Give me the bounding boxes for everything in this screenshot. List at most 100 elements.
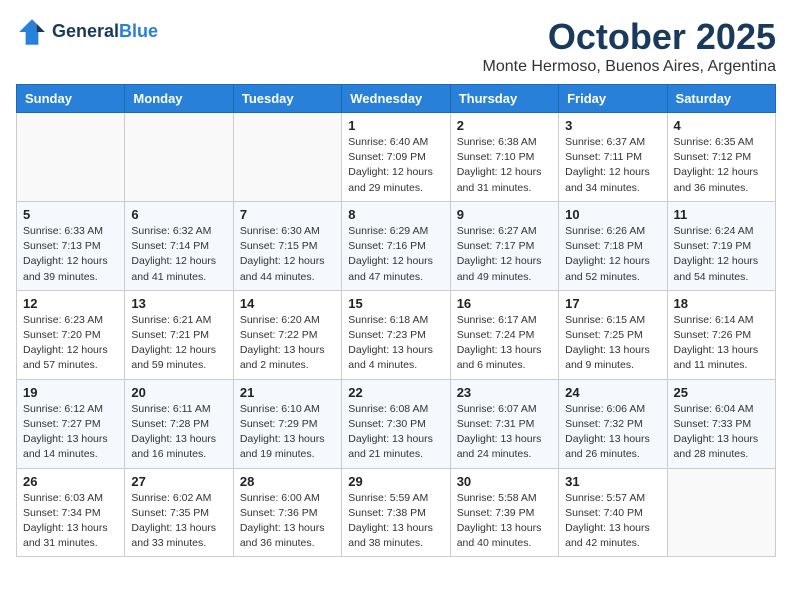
day-info: Sunrise: 6:10 AM Sunset: 7:29 PM Dayligh… bbox=[240, 402, 335, 463]
calendar-cell: 2Sunrise: 6:38 AM Sunset: 7:10 PM Daylig… bbox=[450, 113, 558, 202]
logo-icon bbox=[16, 16, 48, 48]
calendar-cell: 6 Sunrise: 6:32 AM Sunset: 7:14 PM Daylig… bbox=[125, 201, 233, 290]
day-info: Sunrise: 6:17 AM Sunset: 7:24 PM Dayligh… bbox=[457, 313, 552, 374]
calendar-cell: 30 Sunrise: 5:58 AM Sunset: 7:39 PM Dayli… bbox=[450, 468, 558, 557]
calendar-week-row: 26 Sunrise: 6:03 AM Sunset: 7:34 PM Dayli… bbox=[17, 468, 776, 557]
day-number: 3 bbox=[565, 118, 660, 133]
day-info: Sunrise: 5:59 AM Sunset: 7:38 PM Dayligh… bbox=[348, 491, 443, 552]
calendar-cell: 3 Sunrise: 6:37 AM Sunset: 7:11 PM Daylig… bbox=[559, 113, 667, 202]
calendar-cell bbox=[667, 468, 775, 557]
calendar-cell: 11 Sunrise: 6:24 AM Sunset: 7:19 PM Dayli… bbox=[667, 201, 775, 290]
calendar-cell: 5 Sunrise: 6:33 AM Sunset: 7:13 PM Daylig… bbox=[17, 201, 125, 290]
calendar-week-row: 19 Sunrise: 6:12 AM Sunset: 7:27 PM Dayli… bbox=[17, 379, 776, 468]
calendar-cell: 14 Sunrise: 6:20 AM Sunset: 7:22 PM Dayli… bbox=[233, 290, 341, 379]
day-info: Sunrise: 6:12 AM Sunset: 7:27 PM Dayligh… bbox=[23, 402, 118, 463]
calendar-cell: 31Sunrise: 5:57 AM Sunset: 7:40 PM Dayli… bbox=[559, 468, 667, 557]
calendar-cell bbox=[233, 113, 341, 202]
calendar-cell: 10Sunrise: 6:26 AM Sunset: 7:18 PM Dayli… bbox=[559, 201, 667, 290]
day-number: 1 bbox=[348, 118, 443, 133]
day-info: Sunrise: 6:03 AM Sunset: 7:34 PM Dayligh… bbox=[23, 491, 118, 552]
day-number: 25 bbox=[674, 385, 769, 400]
day-number: 8 bbox=[348, 207, 443, 222]
day-number: 4 bbox=[674, 118, 769, 133]
day-number: 12 bbox=[23, 296, 118, 311]
day-number: 6 bbox=[131, 207, 226, 222]
day-info: Sunrise: 5:58 AM Sunset: 7:39 PM Dayligh… bbox=[457, 491, 552, 552]
calendar-cell: 23 Sunrise: 6:07 AM Sunset: 7:31 PM Dayli… bbox=[450, 379, 558, 468]
day-number: 19 bbox=[23, 385, 118, 400]
day-info: Sunrise: 6:35 AM Sunset: 7:12 PM Dayligh… bbox=[674, 135, 769, 196]
day-number: 9 bbox=[457, 207, 552, 222]
calendar-cell: 15 Sunrise: 6:18 AM Sunset: 7:23 PM Dayli… bbox=[342, 290, 450, 379]
day-number: 22 bbox=[348, 385, 443, 400]
day-number: 7 bbox=[240, 207, 335, 222]
day-number: 26 bbox=[23, 474, 118, 489]
day-info: Sunrise: 6:18 AM Sunset: 7:23 PM Dayligh… bbox=[348, 313, 443, 374]
day-info: Sunrise: 6:27 AM Sunset: 7:17 PM Dayligh… bbox=[457, 224, 552, 285]
weekday-header-saturday: Saturday bbox=[667, 85, 775, 113]
weekday-header-thursday: Thursday bbox=[450, 85, 558, 113]
day-number: 16 bbox=[457, 296, 552, 311]
calendar-cell: 1Sunrise: 6:40 AM Sunset: 7:09 PM Daylig… bbox=[342, 113, 450, 202]
calendar-cell: 27 Sunrise: 6:02 AM Sunset: 7:35 PM Dayli… bbox=[125, 468, 233, 557]
title-block: October 2025 Monte Hermoso, Buenos Aires… bbox=[483, 16, 777, 76]
calendar-cell bbox=[17, 113, 125, 202]
day-number: 27 bbox=[131, 474, 226, 489]
calendar-cell: 28Sunrise: 6:00 AM Sunset: 7:36 PM Dayli… bbox=[233, 468, 341, 557]
calendar-cell: 24 Sunrise: 6:06 AM Sunset: 7:32 PM Dayli… bbox=[559, 379, 667, 468]
day-info: Sunrise: 6:14 AM Sunset: 7:26 PM Dayligh… bbox=[674, 313, 769, 374]
day-info: Sunrise: 6:32 AM Sunset: 7:14 PM Dayligh… bbox=[131, 224, 226, 285]
day-number: 24 bbox=[565, 385, 660, 400]
calendar-cell: 9 Sunrise: 6:27 AM Sunset: 7:17 PM Daylig… bbox=[450, 201, 558, 290]
day-info: Sunrise: 6:26 AM Sunset: 7:18 PM Dayligh… bbox=[565, 224, 660, 285]
calendar-cell: 20Sunrise: 6:11 AM Sunset: 7:28 PM Dayli… bbox=[125, 379, 233, 468]
month-title: October 2025 bbox=[483, 16, 777, 58]
day-number: 30 bbox=[457, 474, 552, 489]
calendar-cell: 29Sunrise: 5:59 AM Sunset: 7:38 PM Dayli… bbox=[342, 468, 450, 557]
calendar-cell: 25 Sunrise: 6:04 AM Sunset: 7:33 PM Dayli… bbox=[667, 379, 775, 468]
day-number: 13 bbox=[131, 296, 226, 311]
day-info: Sunrise: 6:02 AM Sunset: 7:35 PM Dayligh… bbox=[131, 491, 226, 552]
day-number: 11 bbox=[674, 207, 769, 222]
calendar-cell: 12Sunrise: 6:23 AM Sunset: 7:20 PM Dayli… bbox=[17, 290, 125, 379]
day-number: 17 bbox=[565, 296, 660, 311]
calendar-cell: 19 Sunrise: 6:12 AM Sunset: 7:27 PM Dayli… bbox=[17, 379, 125, 468]
day-number: 14 bbox=[240, 296, 335, 311]
day-number: 28 bbox=[240, 474, 335, 489]
calendar-cell: 18 Sunrise: 6:14 AM Sunset: 7:26 PM Dayli… bbox=[667, 290, 775, 379]
weekday-header-row: SundayMondayTuesdayWednesdayThursdayFrid… bbox=[17, 85, 776, 113]
day-info: Sunrise: 6:33 AM Sunset: 7:13 PM Dayligh… bbox=[23, 224, 118, 285]
day-number: 18 bbox=[674, 296, 769, 311]
calendar-cell: 8 Sunrise: 6:29 AM Sunset: 7:16 PM Daylig… bbox=[342, 201, 450, 290]
weekday-header-tuesday: Tuesday bbox=[233, 85, 341, 113]
day-info: Sunrise: 5:57 AM Sunset: 7:40 PM Dayligh… bbox=[565, 491, 660, 552]
day-info: Sunrise: 6:20 AM Sunset: 7:22 PM Dayligh… bbox=[240, 313, 335, 374]
day-info: Sunrise: 6:24 AM Sunset: 7:19 PM Dayligh… bbox=[674, 224, 769, 285]
calendar-table: SundayMondayTuesdayWednesdayThursdayFrid… bbox=[16, 84, 776, 557]
day-info: Sunrise: 6:38 AM Sunset: 7:10 PM Dayligh… bbox=[457, 135, 552, 196]
day-info: Sunrise: 6:06 AM Sunset: 7:32 PM Dayligh… bbox=[565, 402, 660, 463]
day-info: Sunrise: 6:29 AM Sunset: 7:16 PM Dayligh… bbox=[348, 224, 443, 285]
day-number: 21 bbox=[240, 385, 335, 400]
calendar-cell bbox=[125, 113, 233, 202]
day-info: Sunrise: 6:37 AM Sunset: 7:11 PM Dayligh… bbox=[565, 135, 660, 196]
calendar-cell: 21 Sunrise: 6:10 AM Sunset: 7:29 PM Dayli… bbox=[233, 379, 341, 468]
day-info: Sunrise: 6:07 AM Sunset: 7:31 PM Dayligh… bbox=[457, 402, 552, 463]
calendar-cell: 7 Sunrise: 6:30 AM Sunset: 7:15 PM Daylig… bbox=[233, 201, 341, 290]
day-number: 20 bbox=[131, 385, 226, 400]
weekday-header-sunday: Sunday bbox=[17, 85, 125, 113]
calendar-week-row: 5 Sunrise: 6:33 AM Sunset: 7:13 PM Daylig… bbox=[17, 201, 776, 290]
day-info: Sunrise: 6:04 AM Sunset: 7:33 PM Dayligh… bbox=[674, 402, 769, 463]
day-number: 15 bbox=[348, 296, 443, 311]
weekday-header-monday: Monday bbox=[125, 85, 233, 113]
day-info: Sunrise: 6:30 AM Sunset: 7:15 PM Dayligh… bbox=[240, 224, 335, 285]
weekday-header-friday: Friday bbox=[559, 85, 667, 113]
weekday-header-wednesday: Wednesday bbox=[342, 85, 450, 113]
day-info: Sunrise: 6:15 AM Sunset: 7:25 PM Dayligh… bbox=[565, 313, 660, 374]
page-header: GeneralBlue October 2025 Monte Hermoso, … bbox=[16, 16, 776, 76]
day-number: 23 bbox=[457, 385, 552, 400]
logo-text: GeneralBlue bbox=[52, 22, 158, 42]
day-number: 5 bbox=[23, 207, 118, 222]
calendar-cell: 4 Sunrise: 6:35 AM Sunset: 7:12 PM Daylig… bbox=[667, 113, 775, 202]
calendar-cell: 16 Sunrise: 6:17 AM Sunset: 7:24 PM Dayli… bbox=[450, 290, 558, 379]
